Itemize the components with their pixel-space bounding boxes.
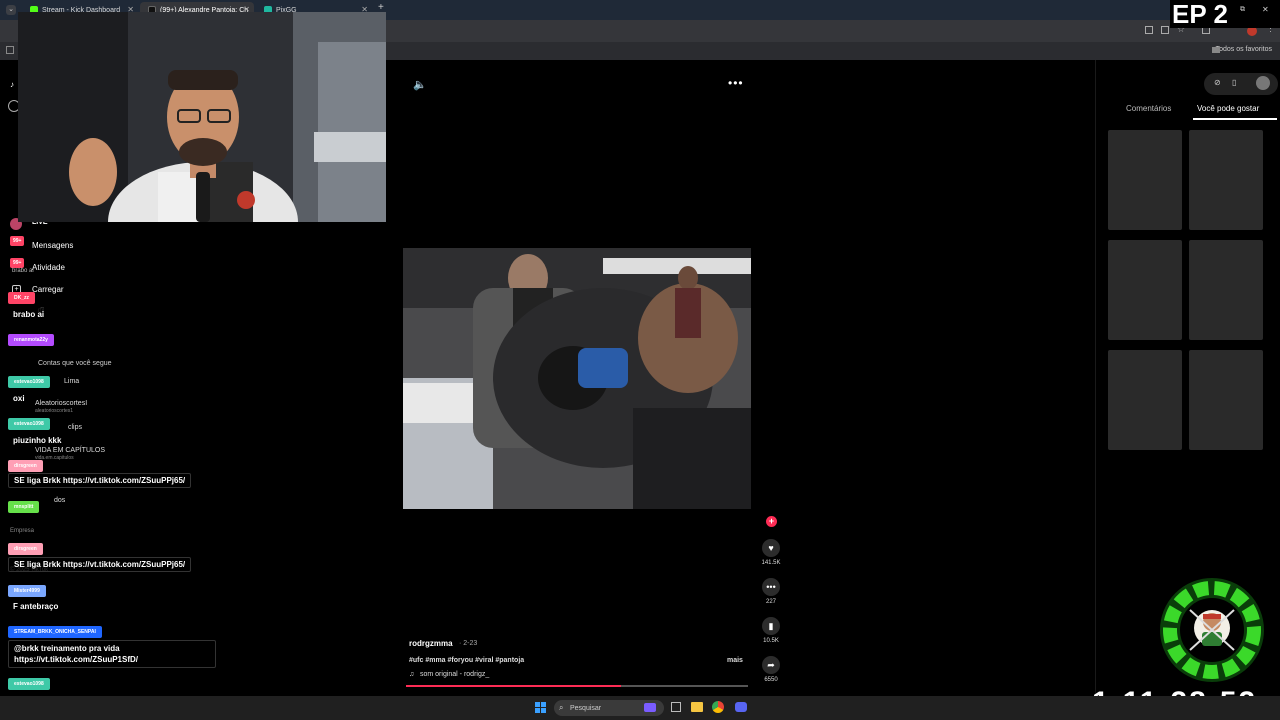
following-account[interactable]: Lima <box>64 378 79 385</box>
following-heading: Contas que você segue <box>38 360 112 367</box>
chat-message: @brkk treinamento pra vida https://vt.ti… <box>8 640 216 668</box>
chat-username: estevao1098 <box>8 376 50 388</box>
comment-action[interactable]: ••• 227 <box>762 578 780 605</box>
follow-plus-button[interactable]: + <box>766 516 777 527</box>
chat-username: estevao1098 <box>8 418 50 430</box>
cast-icon[interactable] <box>1161 26 1169 34</box>
chat-message: oxi <box>8 392 30 405</box>
webcam-overlay <box>18 12 386 222</box>
like-action[interactable]: ♥ 141.5K <box>761 539 781 566</box>
sidebar-item-messages[interactable]: Mensagens <box>32 241 73 250</box>
apps-grid-icon[interactable] <box>6 46 14 54</box>
ghost-text: dos <box>54 497 66 504</box>
compass-icon[interactable]: ⊘ <box>1214 78 1221 87</box>
task-view-icon[interactable] <box>671 702 681 712</box>
chat-username: estevao1098 <box>8 678 50 690</box>
chat-username: Mister4999 <box>8 585 46 597</box>
suggested-video-thumb[interactable] <box>1189 130 1263 230</box>
chat-username: renanmota22y <box>8 334 54 346</box>
save-count: 10.5K <box>763 638 779 644</box>
chat-message: SE liga Brkk https://vt.tiktok.com/ZSuuP… <box>8 557 192 572</box>
comment-count: 227 <box>765 599 776 605</box>
video-date: · 2-23 <box>459 640 478 647</box>
music-note-icon: ♫ <box>409 671 415 678</box>
heart-icon[interactable]: ♥ <box>762 539 780 557</box>
tiktok-logo-icon[interactable]: ♪ <box>10 80 14 89</box>
phone-icon[interactable]: ▯ <box>1232 78 1236 87</box>
chat-badge: 99+ <box>10 258 25 268</box>
share-icon[interactable]: ➦ <box>762 656 780 674</box>
share-count: 6550 <box>764 677 778 683</box>
search-icon: ⌕ <box>559 703 564 712</box>
chat-username: dirsgreen <box>8 543 43 555</box>
following-account[interactable]: AleatorioscortesI <box>35 400 87 407</box>
suggested-video-thumb[interactable] <box>1108 350 1182 450</box>
chat-username: mnsplitt <box>8 501 40 513</box>
video-hashtags[interactable]: #ufc #mma #foryou #viral #pantoja <box>409 657 524 664</box>
chat-message: F antebraço <box>8 600 64 613</box>
footer-company[interactable]: Empresa <box>10 528 34 534</box>
chat-username: DK_zz <box>8 292 36 304</box>
streamer-webcam-image <box>18 12 386 222</box>
more-options-icon[interactable]: ••• <box>728 76 744 90</box>
active-tab-indicator <box>1193 118 1277 120</box>
bookmark-icon[interactable]: ▮ <box>762 617 780 635</box>
tab-search-icon[interactable]: ⌄ <box>6 5 16 15</box>
search-placeholder: Pesquisar <box>570 704 602 712</box>
chat-username: STREAM_BRKK_ONICHA_SENPAI <box>8 626 102 638</box>
following-account[interactable]: clips <box>68 424 82 431</box>
following-handle: aleatorioscortes1 <box>35 408 74 414</box>
window-restore-icon[interactable]: ⧉ <box>1240 6 1245 14</box>
video-sound[interactable]: som original - rodrigz_ <box>420 671 489 678</box>
video-frame-image <box>403 248 751 509</box>
discord-icon[interactable] <box>735 702 747 712</box>
copilot-icon <box>644 703 656 712</box>
save-action[interactable]: ▮ 10.5K <box>762 617 780 644</box>
chat-message: SE liga Brkk https://vt.tiktok.com/ZSuuP… <box>8 473 192 488</box>
video-author[interactable]: rodrgzmma <box>409 639 453 648</box>
video-progress-fill <box>406 685 622 687</box>
video-player[interactable] <box>403 248 751 509</box>
panel-toolbar: ⊘ ▯ <box>1204 73 1278 95</box>
sidebar-item-upload[interactable]: Carregar <box>32 285 64 294</box>
suggested-video-thumb[interactable] <box>1108 130 1182 230</box>
chat-badge: 99+ <box>10 236 25 246</box>
window-close-icon[interactable]: ✕ <box>1262 5 1269 14</box>
comment-icon[interactable]: ••• <box>762 578 780 596</box>
chat-message-faded: brabo ai <box>12 268 34 274</box>
video-progress-track[interactable] <box>406 685 748 687</box>
suggested-video-thumb[interactable] <box>1189 240 1263 340</box>
windows-start-icon[interactable] <box>535 702 546 713</box>
chrome-icon[interactable] <box>712 701 724 713</box>
like-count: 141.5K <box>761 560 781 566</box>
gordinho-tv-logo <box>1160 578 1264 682</box>
tab-comments[interactable]: Comentários <box>1126 104 1171 113</box>
chat-message: brabo ai <box>8 308 50 321</box>
file-explorer-icon[interactable] <box>691 702 703 712</box>
suggested-video-thumb[interactable] <box>1189 350 1263 450</box>
translate-icon[interactable] <box>1145 26 1153 34</box>
share-action[interactable]: ➦ 6550 <box>762 656 780 683</box>
profile-avatar[interactable] <box>1256 76 1270 90</box>
tab-you-may-like[interactable]: Você pode gostar <box>1197 104 1259 113</box>
volume-icon[interactable]: 🔈 <box>413 78 427 91</box>
sidebar-item-activity[interactable]: Atividade <box>32 263 65 272</box>
following-account[interactable]: VIDA EM CAPÍTULOS <box>35 447 105 454</box>
suggested-video-thumb[interactable] <box>1108 240 1182 340</box>
chat-message: piuzinho kkk <box>8 434 67 447</box>
chat-username: dirsgreen <box>8 460 43 472</box>
video-more-link[interactable]: mais <box>727 657 743 664</box>
folder-icon <box>1212 47 1220 53</box>
bookmarks-all-label[interactable]: Todos os favoritos <box>1216 46 1272 53</box>
